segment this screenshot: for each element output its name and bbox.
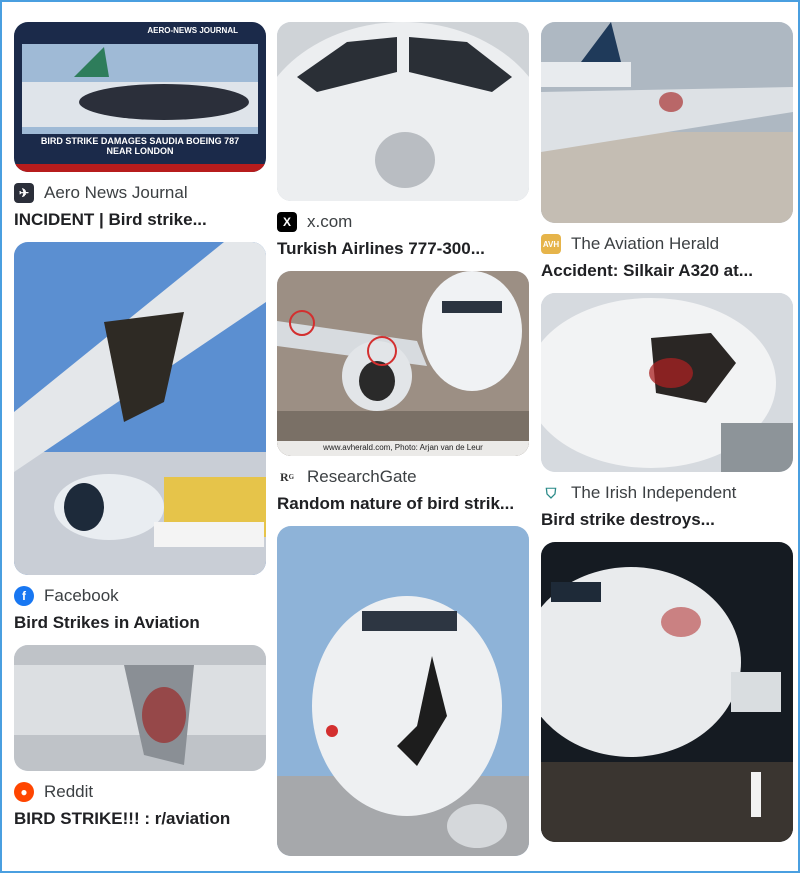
image-caption-text: BIRD STRIKE DAMAGES SAUDIA BOEING 787 NE… [40,136,240,156]
image-credit-text: www.avherald.com, Photo: Arjan van de Le… [323,443,483,452]
result-card[interactable] [541,542,793,842]
result-card[interactable]: www.avherald.com, Photo: Arjan van de Le… [277,271,529,516]
wing-damage-image [14,645,266,771]
result-source[interactable]: RG ResearchGate [277,462,529,492]
result-thumbnail[interactable] [541,293,793,472]
result-source[interactable]: ⛉ The Irish Independent [541,478,793,508]
klm-wing-bird-image [14,242,266,575]
result-source[interactable]: f Facebook [14,581,266,611]
result-title[interactable]: BIRD STRIKE!!! : r/aviation [14,807,266,831]
airbus-nose-bird-image [277,526,529,856]
result-source[interactable]: AVH The Aviation Herald [541,229,793,259]
source-name: The Aviation Herald [571,234,720,253]
result-card[interactable]: f Facebook Bird Strikes in Aviation [14,242,266,635]
facebook-icon: f [14,586,34,606]
results-column-2: X x.com Turkish Airlines 777-300... www.… [277,22,529,856]
result-thumbnail[interactable] [14,645,266,771]
image-brand-text: AERO-NEWS JOURNAL [147,26,238,35]
turkish-airlines-nose-image [277,22,529,201]
result-title[interactable]: Bird Strikes in Aviation [14,611,266,635]
result-card[interactable]: ⛉ The Irish Independent Bird strike dest… [541,293,793,532]
aero-news-icon: ✈ [14,183,34,203]
result-thumbnail[interactable] [277,526,529,856]
silkair-wing-image [541,22,793,223]
source-name: Facebook [44,586,119,605]
irish-independent-icon: ⛉ [541,483,561,503]
result-thumbnail[interactable] [541,22,793,223]
results-column-3: AVH The Aviation Herald Accident: Silkai… [541,22,793,842]
result-card[interactable] [277,526,529,856]
result-thumbnail[interactable]: www.avherald.com, Photo: Arjan van de Le… [277,271,529,456]
source-name: The Irish Independent [571,483,737,502]
result-title[interactable]: Turkish Airlines 777-300... [277,237,529,261]
result-source[interactable]: X x.com [277,207,529,237]
result-card[interactable]: X x.com Turkish Airlines 777-300... [277,22,529,261]
result-thumbnail[interactable] [541,542,793,842]
results-column-1: AERO-NEWS JOURNAL BIRD STRIKE DAMAGES SA… [14,22,266,841]
aviation-herald-icon: AVH [541,234,561,254]
result-thumbnail[interactable]: AERO-NEWS JOURNAL BIRD STRIKE DAMAGES SA… [14,22,266,172]
result-thumbnail[interactable] [277,22,529,201]
nose-cone-damage-image [541,293,793,472]
source-name: x.com [307,212,353,231]
result-card[interactable]: ● Reddit BIRD STRIKE!!! : r/aviation [14,645,266,831]
reddit-icon: ● [14,782,34,802]
result-card[interactable]: AERO-NEWS JOURNAL BIRD STRIKE DAMAGES SA… [14,22,266,232]
night-nose-damage-image [541,542,793,842]
researchgate-icon: RG [277,467,297,487]
source-name: ResearchGate [307,467,417,486]
result-thumbnail[interactable] [14,242,266,575]
result-title[interactable]: INCIDENT | Bird strike... [14,208,266,232]
result-source[interactable]: ✈ Aero News Journal [14,178,266,208]
result-title[interactable]: Accident: Silkair A320 at... [541,259,793,283]
737-bird-strike-image [277,271,529,456]
result-title[interactable]: Random nature of bird strik... [277,492,529,516]
x-icon: X [277,212,297,232]
source-name: Reddit [44,782,94,801]
result-card[interactable]: AVH The Aviation Herald Accident: Silkai… [541,22,793,283]
result-title[interactable]: Bird strike destroys... [541,508,793,532]
result-source[interactable]: ● Reddit [14,777,266,807]
source-name: Aero News Journal [44,183,188,202]
